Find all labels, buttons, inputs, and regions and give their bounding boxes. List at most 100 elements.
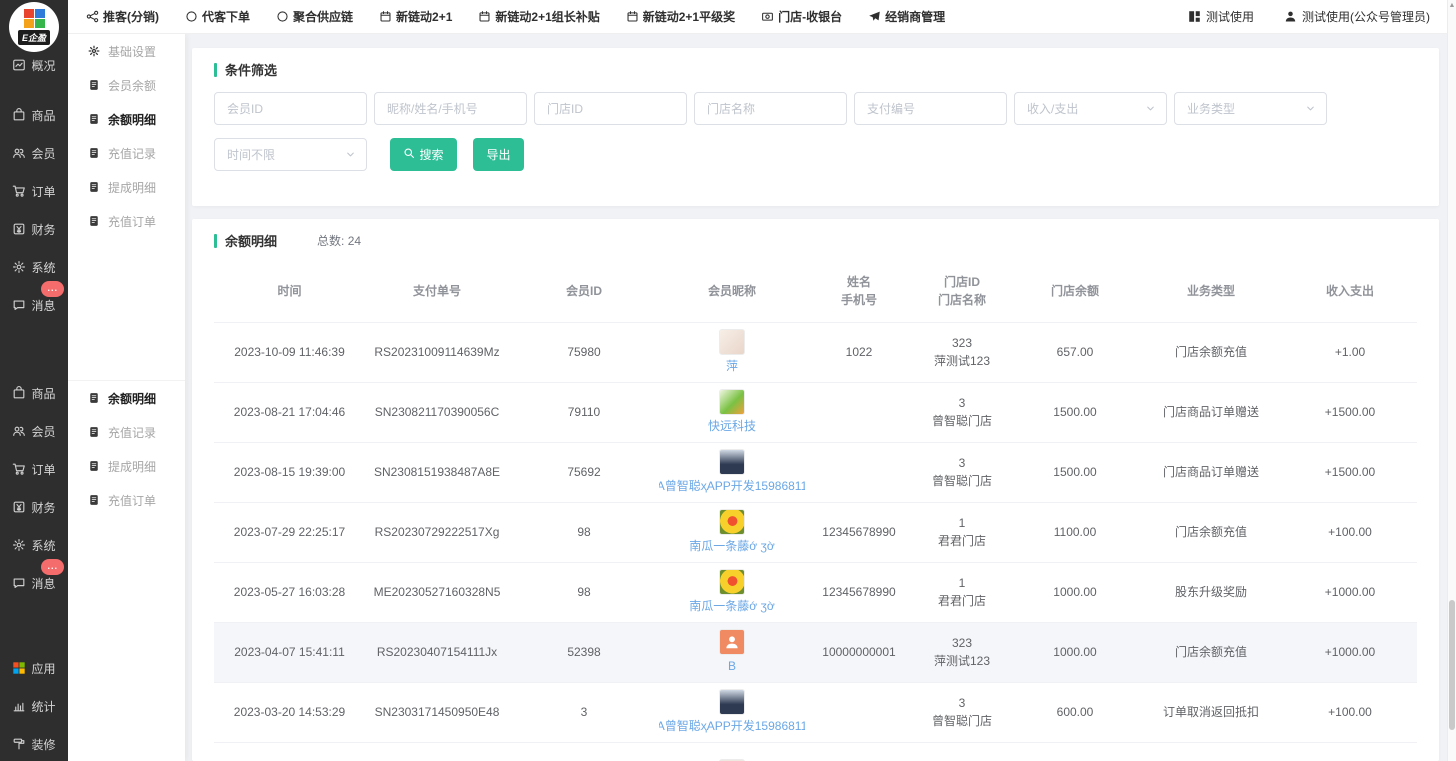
filter-input[interactable] (534, 92, 687, 125)
sidebar-item[interactable]: 商品 (0, 96, 68, 134)
member-nickname-link[interactable]: B (728, 657, 736, 675)
cell-store: 323萍测试123 (913, 322, 1011, 382)
gear-small-icon (88, 45, 100, 57)
app-root: E企盈 概况商品会员订单财务系统消息... 商品会员订单财务系统消息... 应用… (0, 0, 1456, 761)
cell-balance: 1500.00 (1011, 442, 1139, 502)
cell-balance: 1000.00 (1011, 622, 1139, 682)
sidebar-item[interactable]: 订单 (0, 172, 68, 210)
sidebar-item[interactable]: 应用 (0, 649, 68, 687)
cell-member-id: 79110 (509, 382, 659, 442)
filter-input[interactable] (374, 92, 527, 125)
cell-nickname: A曾智聪ҳAPP开发15986811 (659, 682, 805, 742)
submenu-item[interactable]: 充值记录 (68, 136, 185, 170)
sidebar-item[interactable]: 消息... (0, 564, 68, 602)
topbar-right-item[interactable]: 测试使用 (1188, 8, 1254, 25)
topnav-item[interactable]: 新链动2+1组长补贴 (478, 8, 599, 25)
time-range-select[interactable]: 时间不限 (214, 138, 367, 171)
member-avatar (719, 389, 745, 415)
sidebar-item[interactable]: 财务 (0, 488, 68, 526)
sidebar-item[interactable]: 会员 (0, 412, 68, 450)
sidebar-item[interactable]: 财务 (0, 210, 68, 248)
sidebar-item[interactable]: 会员 (0, 134, 68, 172)
member-nickname-link[interactable]: 南瓜一条藤ớ ʒờ (689, 597, 775, 615)
cell-nickname: 快远科技 (659, 382, 805, 442)
topbar-right-item[interactable]: 测试使用(公众号管理员) (1284, 8, 1430, 25)
submenu-item[interactable]: 提成明细 (68, 449, 185, 483)
filter-select[interactable]: 收入/支出 (1014, 92, 1167, 125)
topnav-item[interactable]: 新链动2+1 (379, 8, 452, 25)
submenu-item[interactable]: 会员余额 (68, 68, 185, 102)
scrollbar-up-arrow[interactable]: ▲ (1448, 2, 1456, 9)
page-scrollbar[interactable]: ▲ (1447, 0, 1456, 761)
submenu-item[interactable]: 基础设置 (68, 34, 185, 68)
filter-input[interactable] (854, 92, 1007, 125)
member-avatar (719, 629, 745, 655)
topnav-item[interactable]: 代客下单 (185, 8, 250, 25)
title-accent-bar (214, 63, 217, 77)
submenu-item[interactable]: 充值记录 (68, 415, 185, 449)
member-nickname-link[interactable]: 南瓜一条藤ớ ʒờ (689, 537, 775, 555)
sidebar-group-1: 概况商品会员订单财务系统消息... (0, 46, 68, 324)
sidebar-item[interactable]: 商品 (0, 374, 68, 412)
sidebar-item[interactable]: 概况 (0, 46, 68, 84)
submenu-item[interactable]: 充值订单 (68, 483, 185, 517)
submenu-item[interactable]: 提成明细 (68, 170, 185, 204)
filter-select[interactable]: 业务类型 (1174, 92, 1327, 125)
column-header: 收入支出 (1283, 260, 1417, 322)
message-icon (12, 576, 26, 590)
list-title-text: 余额明细 (225, 231, 277, 250)
topnav-item[interactable]: 门店-收银台 (761, 8, 842, 25)
chevron-down-icon (1145, 103, 1156, 114)
submenu-group-2: 余额明细充值记录提成明细充值订单 (68, 380, 185, 517)
member-avatar (719, 329, 745, 355)
submenu-item-active[interactable]: 余额明细 (68, 381, 185, 415)
submenu-item[interactable]: 充值订单 (68, 204, 185, 238)
column-header: 业务类型 (1139, 260, 1283, 322)
cell-time: 2023-08-21 17:04:46 (214, 382, 365, 442)
doc-icon (88, 181, 100, 193)
table-header-row: 时间支付单号会员ID会员昵称姓名手机号门店ID门店名称门店余额业务类型收入支出 (214, 260, 1417, 322)
sidebar-group-2: 商品会员订单财务系统消息... (0, 374, 68, 602)
member-nickname-link[interactable]: 快远科技 (708, 417, 756, 435)
cell-nickname: A曾智聪ҳAPP开发15986811 (659, 442, 805, 502)
table-row: 2023-10-09 11:46:39 RS20231009114639Mz 7… (214, 322, 1417, 382)
sidebar-item[interactable]: 订单 (0, 450, 68, 488)
search-button[interactable]: 搜索 (390, 138, 457, 171)
filter-row-1: 收入/支出业务类型 (214, 92, 1417, 125)
topnav-item[interactable]: 推客(分销) (86, 8, 159, 25)
cell-amount: +100.00 (1283, 502, 1417, 562)
cell-time: 2023-10-09 11:46:39 (214, 322, 365, 382)
list-title: 余额明细 总数: 24 (214, 231, 1417, 250)
cell-balance: 1100.00 (1011, 502, 1139, 562)
sidebar-item[interactable]: 装修 (0, 725, 68, 761)
export-button[interactable]: 导出 (473, 138, 524, 171)
member-nickname-link[interactable]: 萍 (726, 357, 738, 375)
scrollbar-thumb[interactable] (1449, 600, 1455, 730)
calendar-icon (379, 10, 392, 23)
topnav-item[interactable]: 经销商管理 (868, 8, 945, 25)
topnav-item[interactable]: 聚合供应链 (276, 8, 353, 25)
balance-table: 时间支付单号会员ID会员昵称姓名手机号门店ID门店名称门店余额业务类型收入支出 … (214, 260, 1417, 761)
submenu-item-active[interactable]: 余额明细 (68, 102, 185, 136)
filter-input[interactable] (214, 92, 367, 125)
cell-member-id (509, 742, 659, 761)
topnav-item[interactable]: 新链动2+1平级奖 (626, 8, 735, 25)
app-logo[interactable]: E企盈 (9, 2, 59, 52)
member-nickname-link[interactable]: A曾智聪ҳAPP开发15986811 (659, 477, 805, 495)
cell-store: 3 (913, 742, 1011, 761)
filter-input[interactable] (694, 92, 847, 125)
sidebar-item[interactable]: 消息... (0, 286, 68, 324)
cell-biz-type: 门店商品订单赠送 (1139, 442, 1283, 502)
member-nickname-link[interactable]: A曾智聪ҳAPP开发15986811 (659, 717, 805, 735)
user-icon (1284, 10, 1297, 23)
cell-pay-no: RS20230407154111Jx (365, 622, 509, 682)
goods-icon (12, 108, 26, 122)
filter-row-2: 时间不限 搜索 导出 (214, 138, 1417, 171)
cell-pay-no: ME20230527160328N5 (365, 562, 509, 622)
member-avatar (719, 509, 745, 535)
cell-time: 2023-08-15 19:39:00 (214, 442, 365, 502)
cell-balance: 657.00 (1011, 322, 1139, 382)
cell-member-id: 3 (509, 682, 659, 742)
sidebar-item[interactable]: 统计 (0, 687, 68, 725)
member-icon (12, 146, 26, 160)
